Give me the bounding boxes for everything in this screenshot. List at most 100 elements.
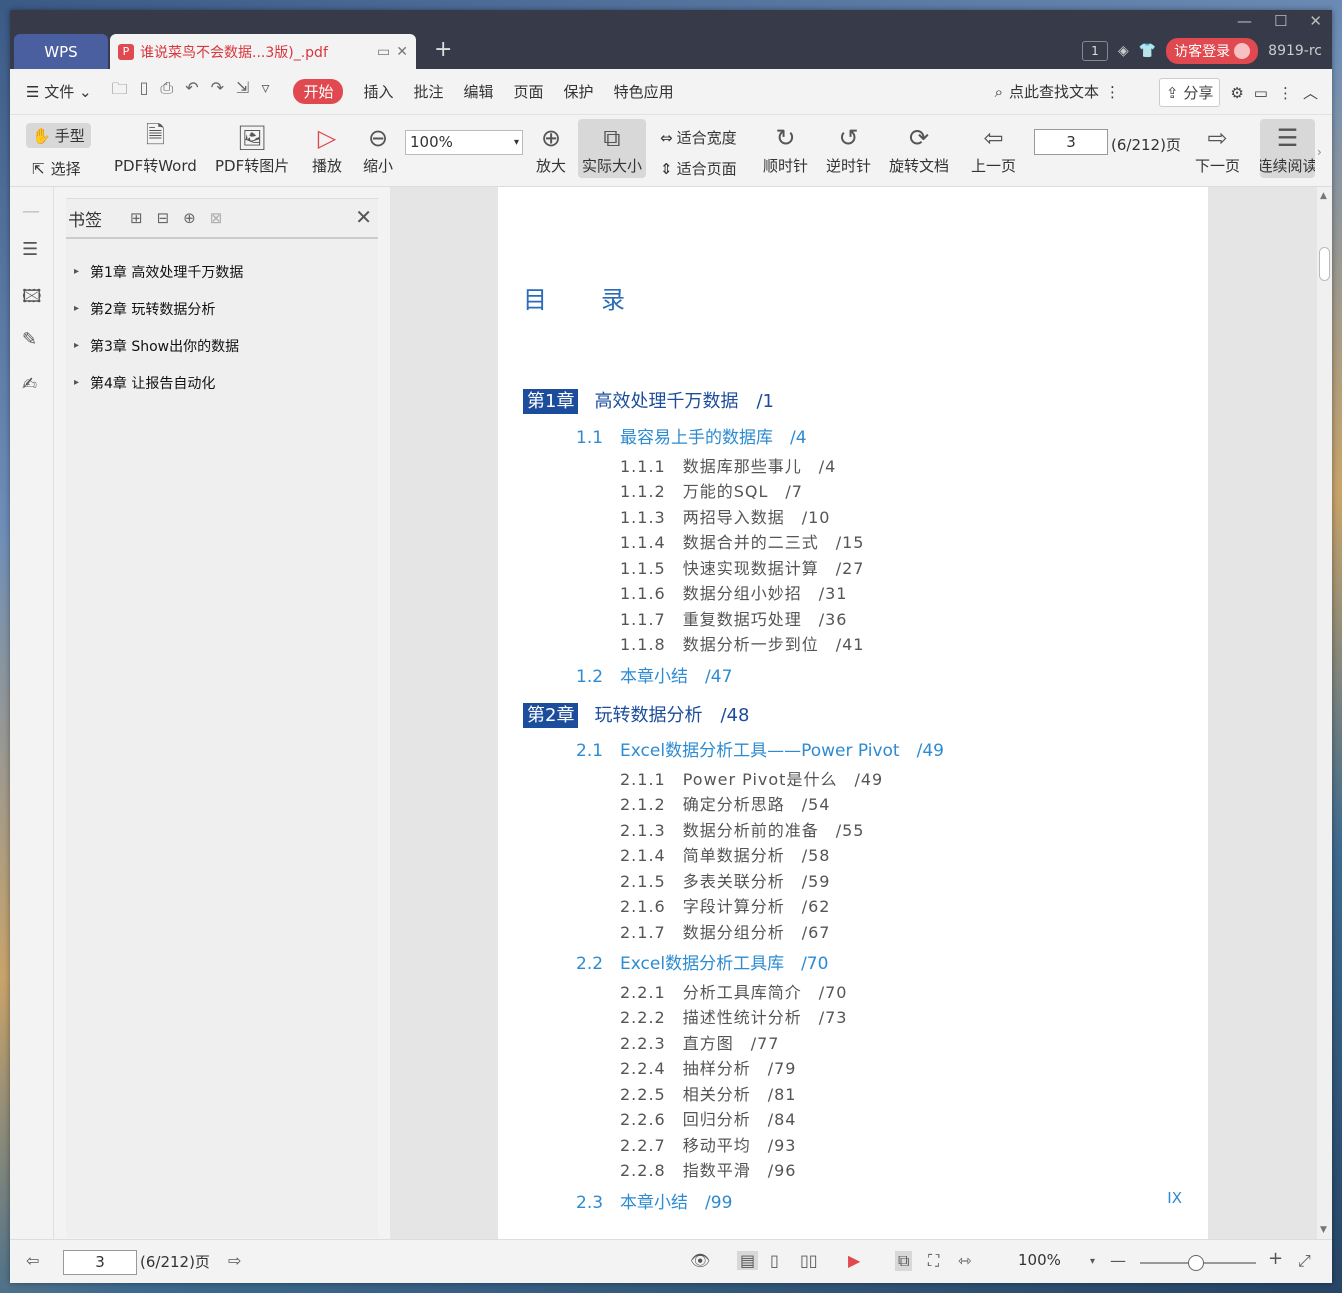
vertical-scrollbar[interactable]: ▲ ▼ <box>1317 187 1332 1239</box>
close-panel-icon[interactable]: ✕ <box>355 205 372 229</box>
scroll-down-icon[interactable]: ▼ <box>1320 1225 1327 1235</box>
settings-gear-icon[interactable]: ⚙ <box>1230 84 1243 102</box>
rotate-document-label: 旋转文档 <box>889 157 950 175</box>
pin-icon[interactable]: ▭ <box>377 44 390 60</box>
tab-page[interactable]: 页面 <box>514 81 544 102</box>
two-page-icon[interactable]: ▯▯ <box>800 1251 818 1270</box>
zoom-slider[interactable] <box>1140 1255 1256 1271</box>
skin-icon[interactable]: ◈ <box>1118 43 1129 59</box>
minimize-icon[interactable]: — <box>1237 12 1252 30</box>
page-number-input[interactable]: 3 <box>1034 129 1108 155</box>
login-button[interactable]: 访客登录 <box>1166 38 1259 64</box>
more-vert-icon[interactable]: ⋮ <box>1105 83 1120 101</box>
wps-home-tab[interactable]: WPS <box>14 34 108 69</box>
print-icon[interactable]: ⎙ <box>160 78 173 105</box>
bookmark-label: 第4章 让报告自动化 <box>90 375 216 392</box>
comment-icon[interactable]: ▭ <box>1254 84 1268 102</box>
collapse-ribbon-icon[interactable]: ︿ <box>1303 82 1318 103</box>
bookmark-item[interactable]: ▸ 第3章 Show出你的数据 <box>66 327 378 364</box>
annotation-icon[interactable]: ✎ <box>22 329 37 350</box>
scrollbar-thumb[interactable] <box>1319 247 1330 281</box>
counterclockwise-label: 逆时针 <box>826 157 872 175</box>
share-button[interactable]: ⇪ 分享 <box>1158 78 1221 107</box>
subsection-line: 2.2.8 指数平滑 /96 <box>620 1161 797 1180</box>
bookmark-item[interactable]: ▸ 第2章 玩转数据分析 <box>66 290 378 327</box>
pdf-file-icon: P <box>118 43 134 60</box>
open-folder-icon[interactable]: 🗀 <box>112 78 128 105</box>
zoom-percent[interactable]: 100% <box>1018 1251 1061 1269</box>
bookmark-item[interactable]: ▸ 第1章 高效处理千万数据 <box>66 253 378 290</box>
play-slideshow-icon[interactable]: ▶ <box>848 1251 860 1270</box>
status-page-input[interactable]: 3 <box>63 1250 137 1275</box>
undo-icon[interactable]: ↶ <box>185 78 198 105</box>
expand-arrow-icon[interactable]: ▸ <box>74 377 90 388</box>
export-icon[interactable]: ⇲ <box>236 78 249 105</box>
more-options-icon[interactable]: ⋮ <box>1278 84 1293 102</box>
rotate-document-button[interactable]: ⟳ 旋转文档 <box>889 121 949 176</box>
bookmark-list-icon[interactable]: ☰ <box>22 239 38 260</box>
single-page-icon[interactable]: ▯ <box>770 1251 779 1270</box>
window-count-badge[interactable]: 1 <box>1081 41 1108 61</box>
zoom-minus-icon[interactable]: — <box>1110 1251 1126 1270</box>
drag-handle-icon[interactable]: — <box>22 201 40 222</box>
eye-protection-icon[interactable]: 👁 <box>690 1251 710 1270</box>
expand-arrow-icon[interactable]: ▸ <box>74 340 90 351</box>
tab-special[interactable]: 特色应用 <box>614 81 674 102</box>
thumbnail-icon[interactable]: 🖾 <box>22 284 42 314</box>
prev-page-icon[interactable]: ⇦ <box>26 1251 39 1270</box>
more-dropdown-icon[interactable]: ▿ <box>261 78 269 105</box>
file-menu[interactable]: ☰ 文件 ⌄ <box>26 81 92 102</box>
fullscreen-icon[interactable]: ⤢ <box>1298 1251 1311 1271</box>
delete-bookmark-icon[interactable]: ⊠ <box>210 209 223 227</box>
rotate-clockwise-button[interactable]: ↻ 顺时针 <box>763 121 808 176</box>
document-viewer[interactable]: 目 录 第1章 高效处理千万数据 /1 1.1 最容易上手的数据库 /4 1.1.… <box>390 187 1317 1239</box>
pdf-to-image-button[interactable]: 🖼 PDF转图片 <box>215 121 289 176</box>
zoom-in-button[interactable]: ⊕ 放大 <box>534 121 568 176</box>
tab-start[interactable]: 开始 <box>293 79 344 104</box>
actual-size-button[interactable]: ⧉ 实际大小 <box>578 119 647 178</box>
expand-all-icon[interactable]: ⊞ <box>130 209 143 227</box>
tab-protect[interactable]: 保护 <box>564 81 594 102</box>
signature-icon[interactable]: ✍ <box>22 374 37 395</box>
fit-width-icon[interactable]: ⇿ <box>958 1251 971 1270</box>
subsection-line: 1.1.7 重复数据巧处理 /36 <box>620 610 848 629</box>
close-window-icon[interactable]: ✕ <box>1309 12 1322 30</box>
fit-width-button[interactable]: ⇔ 适合宽度 <box>660 127 737 148</box>
tab-insert[interactable]: 插入 <box>363 81 393 102</box>
rotate-counterclockwise-button[interactable]: ↺ 逆时针 <box>826 121 871 176</box>
zoom-slider-knob[interactable] <box>1188 1255 1204 1271</box>
new-tab-button[interactable]: + <box>434 37 452 62</box>
scroll-up-icon[interactable]: ▲ <box>1320 191 1327 201</box>
zoom-select[interactable]: 100% ▾ <box>405 130 523 155</box>
chevron-right-icon[interactable]: › <box>1317 145 1322 159</box>
save-icon[interactable]: ▯ <box>140 78 149 105</box>
bookmark-item[interactable]: ▸ 第4章 让报告自动化 <box>66 364 378 401</box>
select-tool-button[interactable]: ⇱ 选择 <box>32 158 81 179</box>
zoom-plus-icon[interactable]: + <box>1268 1248 1283 1269</box>
continuous-view-icon[interactable]: ▤ <box>737 1251 759 1270</box>
continuous-read-button[interactable]: ☰ 连续阅读 <box>1260 119 1315 178</box>
play-button[interactable]: ▷ 播放 <box>310 121 344 176</box>
redo-icon[interactable]: ↷ <box>211 78 224 105</box>
document-tab[interactable]: P 谁说菜鸟不会数据...3版)_.pdf ▭ ✕ <box>110 34 416 69</box>
zoom-out-button[interactable]: ⊖ 缩小 <box>361 121 395 176</box>
zoom-dropdown-icon[interactable]: ▾ <box>1090 1256 1095 1267</box>
fit-page-button[interactable]: ⇕ 适合页面 <box>660 158 737 179</box>
expand-arrow-icon[interactable]: ▸ <box>74 303 90 314</box>
fit-page-icon[interactable]: ⛶ <box>928 1251 939 1271</box>
shirt-icon[interactable]: 👕 <box>1139 43 1156 59</box>
collapse-all-icon[interactable]: ⊟ <box>157 209 170 227</box>
expand-arrow-icon[interactable]: ▸ <box>74 266 90 277</box>
find-text[interactable]: ⌕ 点此查找文本 ⋮ <box>995 81 1120 102</box>
maximize-icon[interactable]: ☐ <box>1274 12 1287 30</box>
next-page-icon[interactable]: ⇨ <box>228 1251 241 1270</box>
prev-page-button[interactable]: ⇦ 上一页 <box>971 121 1016 176</box>
pdf-to-word-button[interactable]: 🗎 PDF转Word <box>114 121 197 176</box>
actual-size-icon[interactable]: ⧉ <box>895 1251 913 1271</box>
tab-annotate[interactable]: 批注 <box>414 81 444 102</box>
tab-edit[interactable]: 编辑 <box>464 81 494 102</box>
close-tab-icon[interactable]: ✕ <box>396 44 408 60</box>
hand-tool-button[interactable]: ✋ 手型 <box>26 123 91 148</box>
next-page-button[interactable]: ⇨ 下一页 <box>1195 121 1240 176</box>
add-bookmark-icon[interactable]: ⊕ <box>183 209 196 227</box>
